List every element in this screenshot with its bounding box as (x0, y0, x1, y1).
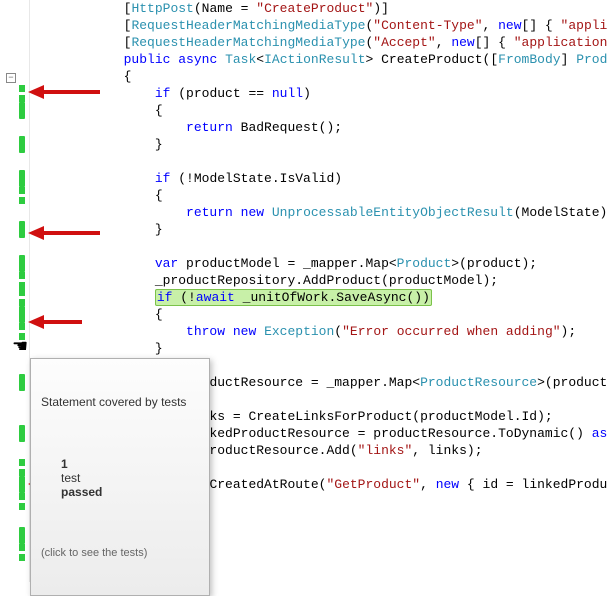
coverage-mark[interactable] (19, 323, 25, 340)
code-line[interactable] (30, 238, 608, 255)
tooltip-foot: (click to see the tests) (41, 547, 199, 559)
coverage-mark[interactable] (19, 459, 25, 476)
coverage-mark[interactable] (19, 544, 25, 561)
fold-toggle[interactable]: − (6, 73, 16, 83)
code-line[interactable]: } (30, 136, 608, 153)
editor-gutter: − (0, 0, 30, 582)
tooltip-result: 1 test passed (41, 443, 199, 513)
coverage-mark[interactable] (19, 102, 25, 119)
code-line[interactable]: public async Task<IActionResult> CreateP… (30, 51, 608, 68)
code-line[interactable]: { (30, 187, 608, 204)
coverage-tooltip[interactable]: Statement covered by tests 1 test passed… (30, 358, 210, 596)
code-line[interactable] (30, 153, 608, 170)
coverage-mark[interactable] (19, 425, 25, 442)
fold-gutter: − (6, 0, 18, 582)
coverage-mark[interactable] (19, 221, 25, 238)
coverage-mark[interactable] (19, 170, 25, 187)
code-line[interactable]: [RequestHeaderMatchingMediaType("Accept"… (30, 34, 608, 51)
code-line[interactable]: if (!await _unitOfWork.SaveAsync()) (30, 289, 608, 306)
tooltip-title: Statement covered by tests (41, 395, 199, 409)
code-line[interactable]: } (30, 340, 608, 357)
code-line[interactable]: if (!ModelState.IsValid) (30, 170, 608, 187)
coverage-mark[interactable] (19, 187, 25, 204)
code-line[interactable]: { (30, 102, 608, 119)
coverage-mark[interactable] (19, 374, 25, 391)
coverage-mark[interactable] (19, 289, 25, 306)
coverage-mark[interactable] (19, 136, 25, 153)
code-line[interactable]: { (30, 68, 608, 85)
code-line[interactable]: var productModel = _mapper.Map<Product>(… (30, 255, 608, 272)
code-line[interactable]: [RequestHeaderMatchingMediaType("Content… (30, 17, 608, 34)
coverage-mark[interactable] (19, 493, 25, 510)
coverage-mark[interactable] (19, 527, 25, 544)
code-line[interactable]: } (30, 221, 608, 238)
tooltip-count: 1 (61, 457, 68, 471)
coverage-mark[interactable] (19, 255, 25, 272)
code-line[interactable]: throw new Exception("Error occurred when… (30, 323, 608, 340)
coverage-mark[interactable] (19, 476, 25, 493)
coverage-gutter[interactable] (19, 0, 29, 582)
code-line[interactable]: [HttpPost(Name = "CreateProduct")] (30, 0, 608, 17)
code-line[interactable]: if (product == null) (30, 85, 608, 102)
tooltip-count-word: test (61, 471, 80, 485)
tooltip-status: passed (61, 485, 102, 499)
code-line[interactable]: _productRepository.AddProduct(productMod… (30, 272, 608, 289)
coverage-mark[interactable] (19, 306, 25, 323)
code-line[interactable]: return new UnprocessableEntityObjectResu… (30, 204, 608, 221)
code-editor[interactable]: − [HttpPost(Name = "CreateProduct")] [Re… (0, 0, 608, 582)
coverage-mark[interactable] (19, 272, 25, 289)
code-line[interactable]: return BadRequest(); (30, 119, 608, 136)
code-line[interactable]: { (30, 306, 608, 323)
coverage-mark[interactable] (19, 85, 25, 102)
